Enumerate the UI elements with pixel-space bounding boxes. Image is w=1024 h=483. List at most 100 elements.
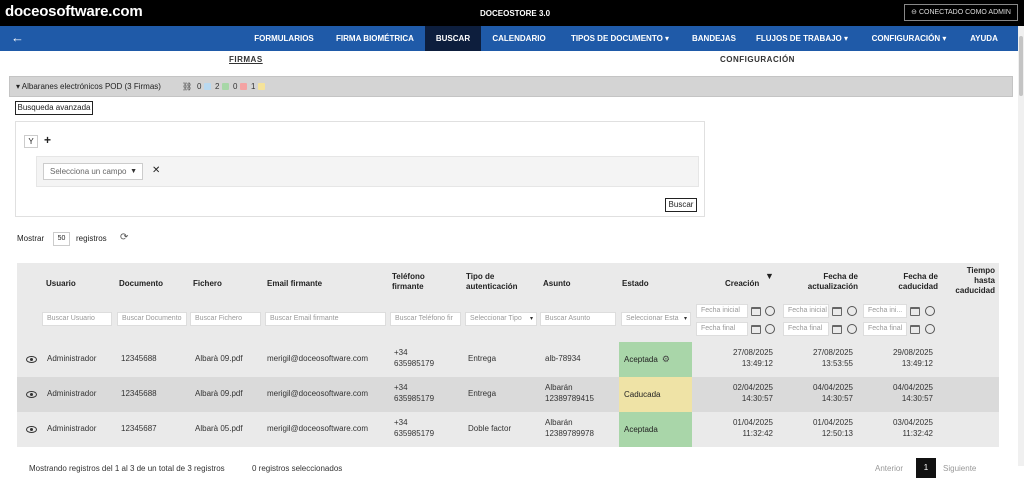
eye-icon[interactable] — [26, 426, 37, 433]
eye-icon[interactable] — [26, 356, 37, 363]
chevron-down-icon: ▾ — [529, 316, 533, 322]
selected-count: 0 registros seleccionados — [252, 464, 343, 473]
table-row[interactable]: Administrador 12345688 Albarà 09.pdf merigi… — [17, 342, 999, 377]
app-name: DOCEOSTORE 3.0 — [480, 9, 551, 18]
status-label: Aceptada — [624, 355, 658, 364]
remove-condition-icon[interactable]: ✕ — [152, 165, 160, 176]
nav-formularios[interactable]: FORMULARIOS — [243, 26, 325, 51]
calendar-icon[interactable] — [751, 307, 761, 316]
clock-icon[interactable] — [925, 306, 935, 316]
calendar-icon[interactable] — [910, 325, 920, 334]
filter-email-input[interactable]: Buscar Email firmante — [265, 312, 386, 326]
creacion-fecha-inicial-input[interactable]: Fecha inicial — [696, 304, 748, 318]
nav-configuracion[interactable]: CONFIGURACIÓN ▾ — [859, 26, 959, 51]
clock-icon[interactable] — [765, 306, 775, 316]
cell-creacion-hora: 13:49:12 — [741, 359, 773, 368]
header-fichero[interactable]: Fichero — [193, 279, 222, 289]
creacion-fecha-final-input[interactable]: Fecha final — [696, 322, 748, 336]
cell-creacion-hora: 14:30:57 — [741, 394, 773, 403]
header-estado[interactable]: Estado — [622, 279, 649, 289]
filter-documento-input[interactable]: Buscar Documento — [117, 312, 187, 326]
header-fecha-caducidad[interactable]: Fecha de caducidad — [883, 272, 938, 292]
status-badge: Aceptada ⚙ — [619, 342, 692, 377]
logo[interactable]: doceosoftware.com — [5, 3, 143, 20]
clock-icon[interactable] — [847, 324, 857, 334]
cell-caducidad-fecha: 03/04/2025 — [892, 418, 933, 427]
actualizacion-fecha-final-input[interactable]: Fecha final — [783, 322, 829, 336]
pagination-page-1[interactable]: 1 — [916, 458, 936, 478]
header-usuario[interactable]: Usuario — [46, 279, 76, 289]
arrow-left-icon[interactable]: ← — [11, 31, 29, 46]
filter-tipo-label: Seleccionar Tipo — [470, 315, 522, 322]
page-scrollbar[interactable] — [1018, 26, 1024, 466]
sort-desc-icon[interactable]: ▼ — [765, 271, 774, 281]
logic-operator-button[interactable]: Y — [24, 135, 38, 148]
calendar-icon[interactable] — [751, 325, 761, 334]
cell-actualizacion-fecha: 04/04/2025 — [812, 383, 853, 392]
calendar-icon[interactable] — [910, 307, 920, 316]
caducidad-fecha-final-input[interactable]: Fecha final — [863, 322, 907, 336]
filter-usuario-input[interactable]: Buscar Usuario — [42, 312, 112, 326]
table-row[interactable]: Administrador 12345687 Albarà 05.pdf merigi… — [17, 412, 999, 447]
nav-bandejas[interactable]: BANDEJAS — [683, 26, 745, 51]
cell-telefono-prefix: +34 — [394, 383, 408, 392]
advanced-search-button[interactable]: Busqueda avanzada — [15, 101, 93, 115]
header-tiempo-caducidad[interactable]: Tiempo hasta caducidad — [945, 266, 995, 296]
header-tipo-autenticacion[interactable]: Tipo de autenticación — [466, 272, 536, 292]
calendar-icon[interactable] — [832, 307, 842, 316]
pagination-prev[interactable]: Anterior — [875, 464, 903, 473]
page-size-select[interactable]: 50 — [53, 232, 70, 246]
nav-flujos-trabajo[interactable]: FLUJOS DE TRABAJO ▾ — [745, 26, 859, 51]
cell-asunto-ref: 12389789415 — [545, 394, 594, 403]
nav-ayuda[interactable]: AYUDA — [959, 26, 1009, 51]
filter-fichero-input[interactable]: Buscar Fichero — [190, 312, 261, 326]
cell-creacion-fecha: 02/04/2025 — [732, 383, 773, 392]
actualizacion-fecha-inicial-input[interactable]: Fecha inicial — [783, 304, 829, 318]
refresh-icon[interactable]: ⟳ — [120, 232, 128, 243]
count-yellow: 1 — [251, 82, 256, 91]
clock-icon[interactable] — [925, 324, 935, 334]
status-swatch-red — [240, 83, 247, 90]
cell-tipo: Entrega — [468, 354, 497, 363]
cell-asunto: Albarán — [545, 418, 573, 427]
header-email[interactable]: Email firmante — [267, 279, 322, 289]
nav-firma-biometrica[interactable]: FIRMA BIOMÉTRICA — [325, 26, 425, 51]
filter-tipo-select[interactable]: Seleccionar Tipo ▾ — [465, 312, 537, 326]
nav-calendario[interactable]: CALENDARIO — [481, 26, 557, 51]
tab-firmas[interactable]: FIRMAS — [229, 55, 263, 64]
cell-fichero[interactable]: Albarà 09.pdf — [195, 389, 243, 399]
panel-header[interactable]: ▾ Albaranes electrónicos POD (3 Firmas) … — [9, 76, 1013, 97]
clock-icon[interactable] — [847, 306, 857, 316]
gear-icon[interactable]: ⚙ — [662, 354, 670, 364]
header-creacion[interactable]: Creación — [725, 279, 759, 289]
header-telefono[interactable]: Teléfono firmante — [392, 272, 452, 292]
cell-fichero[interactable]: Albarà 09.pdf — [195, 354, 243, 364]
calendar-icon[interactable] — [832, 325, 842, 334]
eye-icon[interactable] — [26, 391, 37, 398]
caducidad-fecha-inicial-input[interactable]: Fecha ini... — [863, 304, 907, 318]
cell-telefono-number: 635985179 — [394, 394, 435, 403]
tab-configuracion[interactable]: CONFIGURACIÓN — [720, 55, 795, 64]
header-asunto[interactable]: Asunto — [543, 279, 571, 289]
header-fecha-actualizacion[interactable]: Fecha de actualización — [792, 272, 858, 292]
clock-icon[interactable] — [765, 324, 775, 334]
scrollbar-thumb[interactable] — [1019, 36, 1023, 96]
add-condition-icon[interactable]: + — [44, 133, 51, 147]
cell-asunto: alb-78934 — [545, 354, 581, 363]
nav-tipos-documento[interactable]: TIPOS DE DOCUMENTO ▾ — [557, 26, 683, 51]
cell-email: merigil@doceosoftware.com — [267, 354, 369, 363]
filter-asunto-input[interactable]: Buscar Asunto — [540, 312, 616, 326]
filter-estado-select[interactable]: Seleccionar Esta ▾ — [621, 312, 691, 326]
cell-fichero[interactable]: Albarà 05.pdf — [195, 424, 243, 434]
search-button[interactable]: Buscar — [665, 198, 697, 212]
filter-telefono-input[interactable]: Buscar Teléfono fir — [390, 312, 461, 326]
header-documento[interactable]: Documento — [119, 279, 163, 289]
chevron-down-icon: ▾ — [683, 316, 687, 322]
pagination-next[interactable]: Siguiente — [943, 464, 976, 473]
status-label: Aceptada — [624, 425, 658, 434]
field-select[interactable]: Selecciona un campo ▼ — [43, 163, 143, 180]
nav-buscar[interactable]: BUSCAR — [425, 26, 481, 51]
connected-as-button[interactable]: ⊖ CONECTADO COMO ADMIN — [904, 4, 1018, 21]
table-row[interactable]: Administrador 12345688 Albarà 09.pdf merigi… — [17, 377, 999, 412]
condition-row: Selecciona un campo ▼ ✕ — [36, 156, 699, 187]
